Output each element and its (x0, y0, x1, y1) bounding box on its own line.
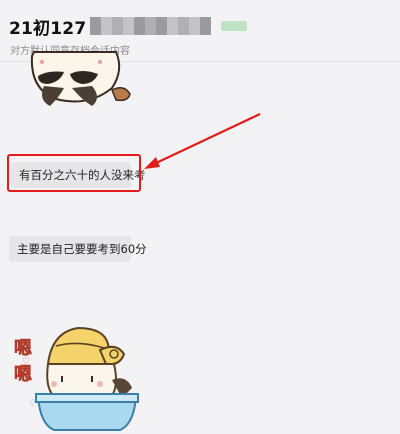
bathing-bunny-sticker-icon[interactable]: 嗯 嗯 ♡ ♢ (8, 324, 143, 434)
message-list[interactable]: 有百分之六十的人没来考 主要是自己要要考到60分 嗯 嗯 ♡ ♢ (0, 51, 400, 431)
chat-title[interactable]: 21初127 (9, 14, 86, 39)
highlight-annotation-box (7, 154, 141, 192)
svg-text:嗯: 嗯 (14, 364, 32, 385)
redacted-tag (221, 21, 248, 31)
message-bubble[interactable]: 主要是自己要要考到60分 (9, 236, 147, 262)
panda-mustache-sticker-icon[interactable] (20, 48, 135, 118)
svg-text:♡: ♡ (22, 357, 30, 367)
annotation-arrow-icon (144, 113, 261, 169)
svg-text:嗯: 嗯 (14, 338, 32, 359)
title-row: 21初127 (9, 14, 248, 39)
redacted-name-mosaic (90, 17, 212, 35)
